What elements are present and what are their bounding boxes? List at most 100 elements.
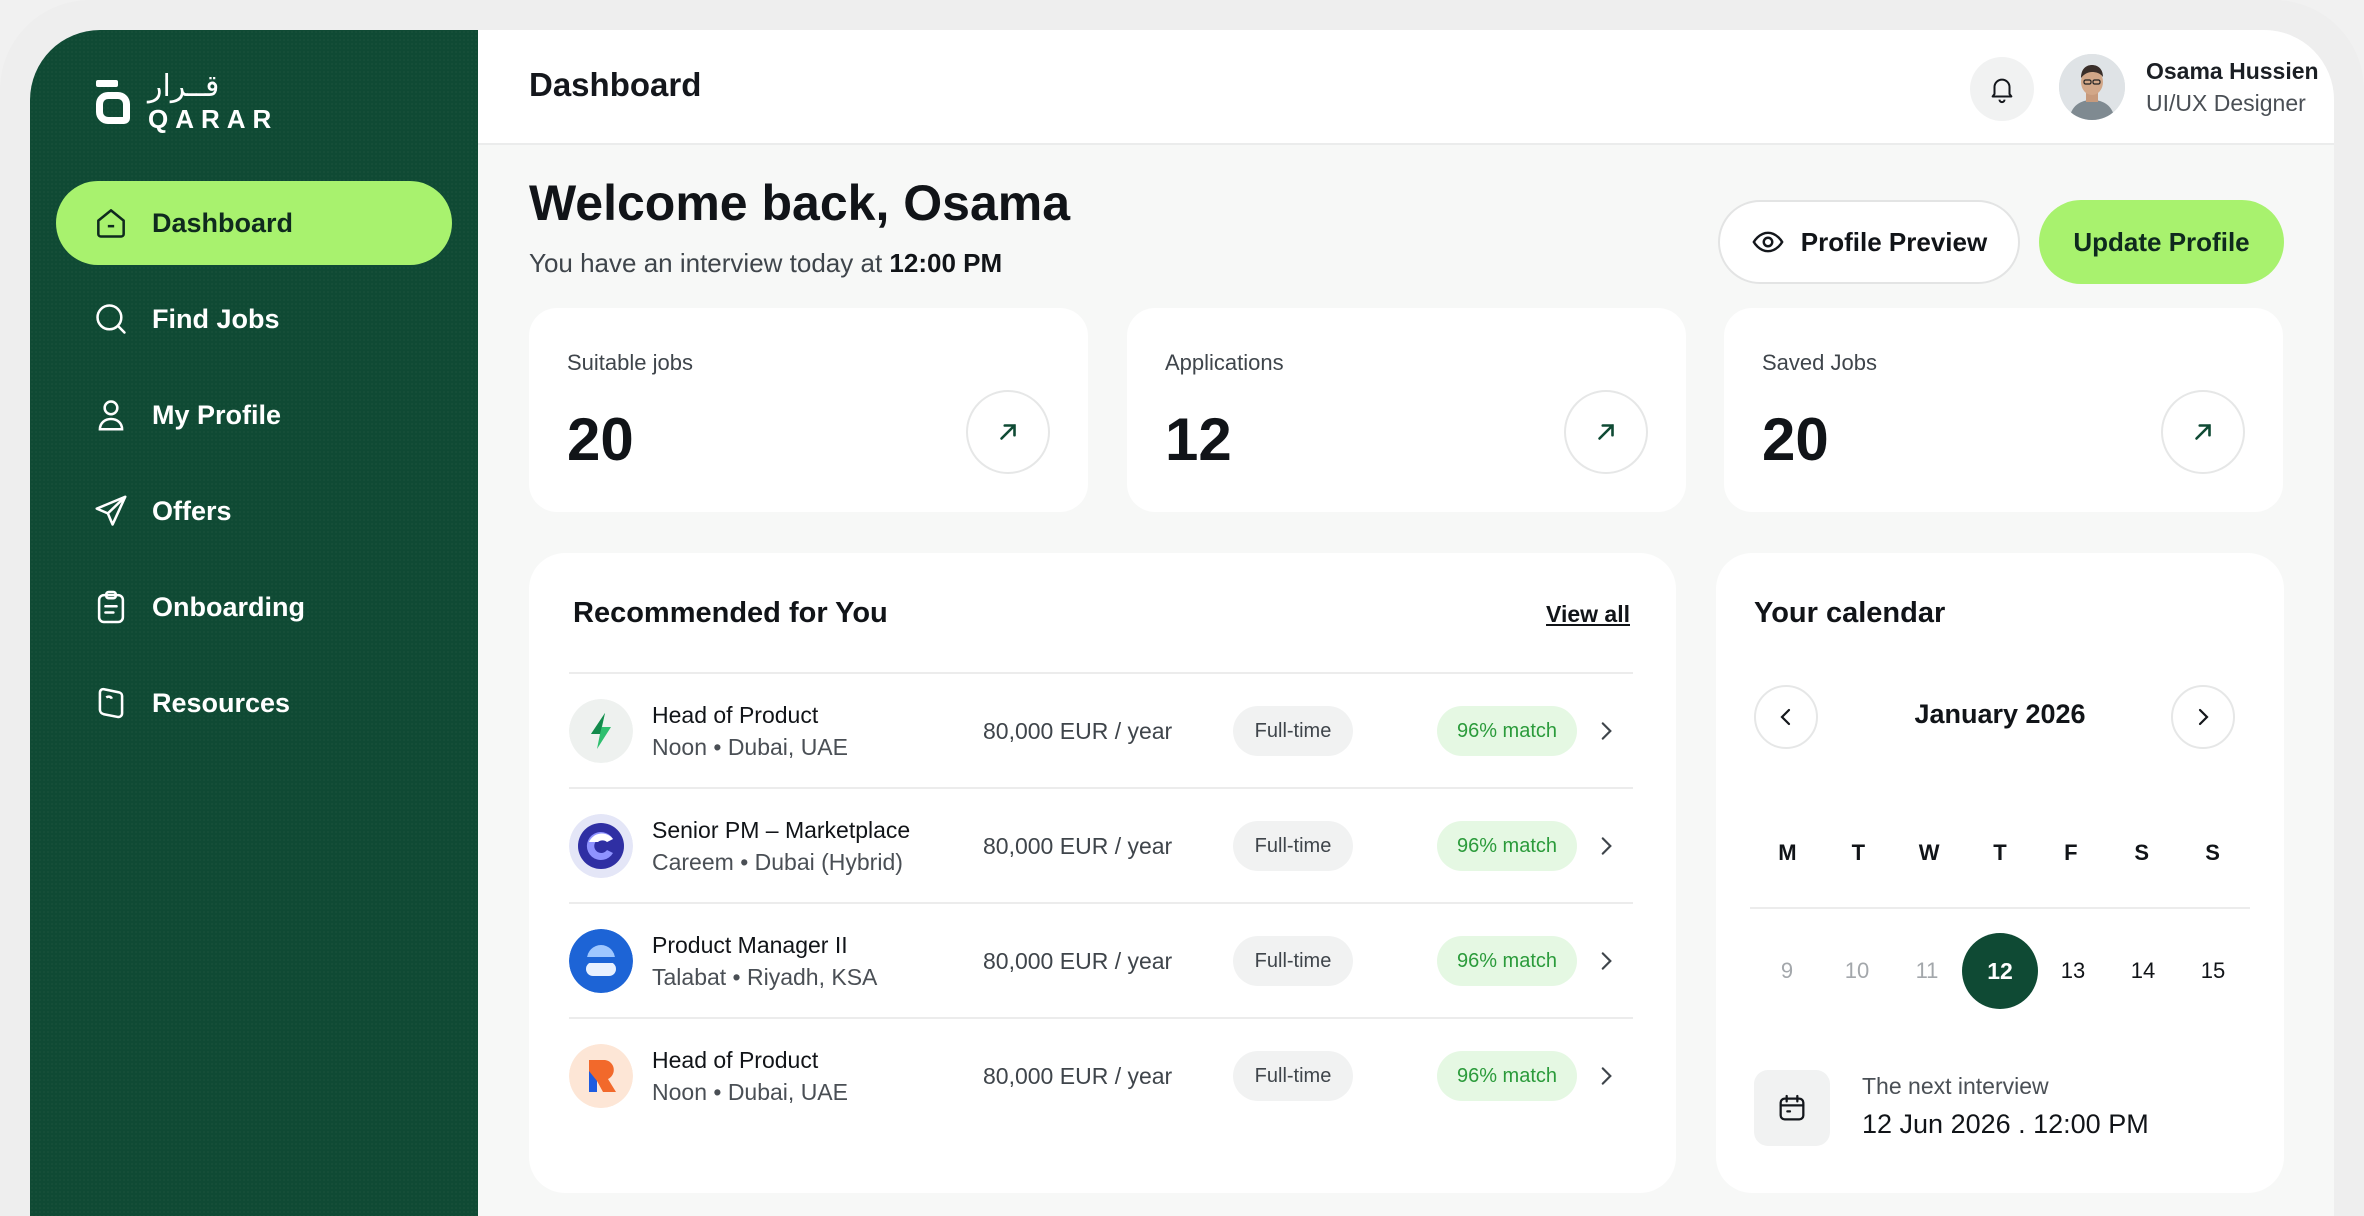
- job-row[interactable]: Senior PM – Marketplace Careem • Dubai (…: [569, 789, 1633, 904]
- job-salary: 80,000 EUR / year: [983, 718, 1173, 744]
- match-badge: 96% match: [1437, 936, 1577, 986]
- weekday-label: F: [2064, 840, 2078, 865]
- job-row[interactable]: Product Manager II Talabat • Riyadh, KSA…: [569, 904, 1633, 1019]
- top-header: Dashboard Osama Hussien UI/UX Designer: [478, 30, 2334, 145]
- calendar-day[interactable]: 13: [2038, 933, 2108, 1009]
- sidebar-item-label: Offers: [152, 495, 232, 526]
- job-row[interactable]: Head of Product Noon • Dubai, UAE 80,000…: [569, 1019, 1633, 1134]
- open-stat-button[interactable]: [1564, 390, 1648, 474]
- avatar[interactable]: [2059, 54, 2125, 120]
- stat-value: 20: [567, 406, 634, 473]
- calendar-day[interactable]: 11: [1892, 933, 1962, 1009]
- job-company-location: Careem • Dubai (Hybrid): [652, 849, 903, 875]
- sidebar-item-resources[interactable]: Resources: [56, 661, 452, 745]
- calendar-icon: [1754, 1070, 1830, 1146]
- calendar-card: Your calendar January 2026 M T W T F S S…: [1716, 553, 2284, 1193]
- welcome-subtitle: You have an interview today at 12:00 PM: [529, 248, 1002, 279]
- job-row[interactable]: Head of Product Noon • Dubai, UAE 80,000…: [569, 674, 1633, 789]
- stat-value: 20: [1762, 406, 1829, 473]
- job-company-location: Noon • Dubai, UAE: [652, 1079, 848, 1105]
- stat-card-saved-jobs[interactable]: Saved Jobs 20: [1724, 308, 2283, 512]
- profile-preview-label: Profile Preview: [1800, 226, 1988, 257]
- match-badge: 96% match: [1437, 1051, 1577, 1101]
- weekday-label: S: [2205, 840, 2220, 865]
- sidebar-item-dashboard[interactable]: Dashboard: [56, 181, 452, 265]
- open-stat-button[interactable]: [2161, 390, 2245, 474]
- view-all-link[interactable]: View all: [1546, 601, 1630, 628]
- logo-latin-text: QARAR: [148, 104, 279, 134]
- user-name: Osama Hussien: [2146, 58, 2319, 84]
- next-interview-date: 12 Jun 2026 . 12:00 PM: [1862, 1109, 2149, 1139]
- subtitle-text: You have an interview today at: [529, 248, 890, 278]
- calendar-day[interactable]: 10: [1822, 933, 1892, 1009]
- job-type-badge: Full-time: [1233, 1051, 1353, 1101]
- noon-orange-logo: [569, 1044, 633, 1108]
- weekday-label: W: [1918, 840, 1940, 865]
- job-type-badge: Full-time: [1233, 936, 1353, 986]
- stat-label: Suitable jobs: [567, 350, 693, 375]
- calendar-week: 9 10 11 12 13 14 15: [1752, 933, 2248, 1009]
- search-icon: [96, 304, 126, 334]
- sidebar-item-label: Dashboard: [152, 207, 294, 238]
- calendar-day-today[interactable]: 12: [1962, 933, 2038, 1009]
- job-title: Senior PM – Marketplace: [652, 817, 911, 843]
- job-salary: 80,000 EUR / year: [983, 833, 1173, 859]
- today-number: 12: [1962, 933, 2038, 1009]
- weekday-header: M T W T F S S: [1752, 840, 2248, 866]
- profile-preview-button[interactable]: Profile Preview: [1718, 200, 2020, 284]
- stat-card-suitable-jobs[interactable]: Suitable jobs 20: [529, 308, 1088, 512]
- job-salary: 80,000 EUR / year: [983, 1063, 1173, 1089]
- sidebar-item-offers[interactable]: Offers: [56, 469, 452, 553]
- chevron-right-icon[interactable]: [1593, 832, 1619, 860]
- calendar-day[interactable]: 9: [1752, 933, 1822, 1009]
- notifications-button[interactable]: [1970, 57, 2034, 121]
- sidebar-item-find-jobs[interactable]: Find Jobs: [56, 277, 452, 361]
- careem-logo: [569, 814, 633, 878]
- job-company-location: Talabat • Riyadh, KSA: [652, 964, 878, 990]
- eye-icon: [1752, 231, 1784, 253]
- user-role: UI/UX Designer: [2146, 90, 2306, 116]
- stat-value: 12: [1165, 406, 1232, 473]
- open-stat-button[interactable]: [966, 390, 1050, 474]
- job-salary: 80,000 EUR / year: [983, 948, 1173, 974]
- sidebar-item-onboarding[interactable]: Onboarding: [56, 565, 452, 649]
- stat-card-applications[interactable]: Applications 12: [1127, 308, 1686, 512]
- chevron-right-icon[interactable]: [1593, 717, 1619, 745]
- sidebar-nav: Dashboard Find Jobs My Profile Offers On…: [56, 181, 452, 757]
- sidebar-item-label: Onboarding: [152, 591, 305, 622]
- chevron-right-icon[interactable]: [1593, 947, 1619, 975]
- chevron-right-icon[interactable]: [1593, 1062, 1619, 1090]
- job-type-badge: Full-time: [1233, 821, 1353, 871]
- home-icon: [97, 209, 125, 238]
- next-month-button[interactable]: [2171, 685, 2235, 749]
- noon-green-logo: [569, 699, 633, 763]
- send-icon: [95, 495, 127, 526]
- sidebar-item-label: Find Jobs: [152, 303, 280, 334]
- user-photo-icon: [2059, 54, 2125, 120]
- stat-label: Saved Jobs: [1762, 350, 1877, 375]
- calendar-day[interactable]: 14: [2108, 933, 2178, 1009]
- section-title: Your calendar: [1754, 597, 1946, 629]
- talabat-logo: [569, 929, 633, 993]
- welcome-heading: Welcome back, Osama: [529, 175, 1071, 231]
- bell-icon: [1991, 78, 2013, 104]
- logo-mark-icon: [96, 80, 130, 124]
- weekday-label: M: [1778, 840, 1797, 865]
- divider: [1750, 907, 2250, 909]
- next-interview-label: The next interview: [1862, 1073, 2049, 1099]
- job-list: Head of Product Noon • Dubai, UAE 80,000…: [569, 672, 1633, 1134]
- clipboard-icon: [97, 590, 125, 624]
- chevron-right-icon: [2198, 708, 2209, 726]
- weekday-label: T: [1993, 840, 2007, 865]
- calendar-day[interactable]: 15: [2178, 933, 2248, 1009]
- book-icon: [98, 687, 124, 719]
- qarar-logo[interactable]: قــرار QARAR: [96, 70, 278, 134]
- arrow-up-right-icon: [1598, 424, 1614, 440]
- stat-label: Applications: [1165, 350, 1284, 375]
- update-profile-button[interactable]: Update Profile: [2039, 200, 2284, 284]
- job-title: Head of Product: [652, 1047, 819, 1073]
- sidebar-item-my-profile[interactable]: My Profile: [56, 373, 452, 457]
- weekday-label: T: [1851, 840, 1866, 865]
- page-title: Dashboard: [529, 66, 702, 103]
- sidebar-item-label: My Profile: [152, 399, 282, 430]
